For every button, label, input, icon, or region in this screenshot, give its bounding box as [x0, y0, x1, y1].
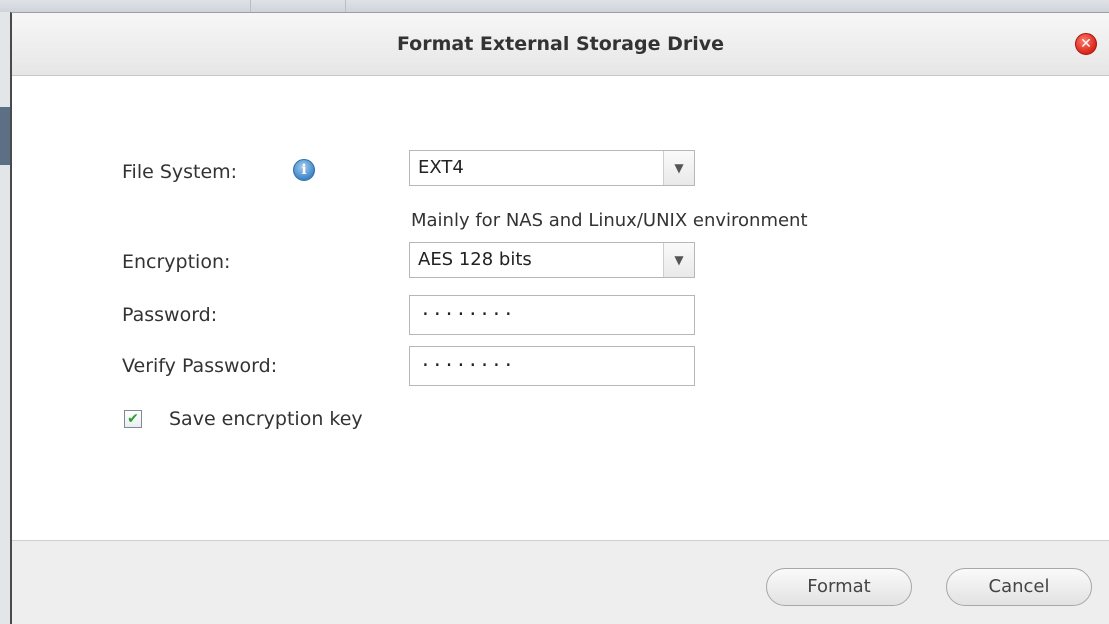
background-toolbar — [0, 0, 1109, 12]
save-encryption-key-checkbox[interactable]: ✔ — [124, 410, 142, 428]
cancel-button[interactable]: Cancel — [946, 568, 1092, 606]
file-system-hint: Mainly for NAS and Linux/UNIX environmen… — [411, 210, 808, 231]
dialog-title: Format External Storage Drive — [396, 33, 725, 55]
chevron-down-icon[interactable]: ▼ — [663, 243, 694, 277]
verify-password-value: ········ — [420, 355, 515, 376]
background-sidebar — [0, 12, 10, 624]
background-divider — [345, 0, 346, 12]
file-system-select[interactable]: EXT4 ▼ — [409, 150, 695, 186]
close-icon[interactable]: ✕ — [1075, 33, 1097, 55]
verify-password-field[interactable]: ········ — [409, 346, 695, 386]
verify-password-label: Verify Password: — [122, 355, 278, 377]
dialog-footer: Format Cancel — [12, 540, 1109, 624]
background-sidebar-mark — [0, 107, 10, 165]
encryption-selected-value: AES 128 bits — [418, 249, 532, 270]
password-field[interactable]: ········ — [409, 295, 695, 335]
password-value: ········ — [420, 304, 515, 325]
dialog-body: File System: i EXT4 ▼ Mainly for NAS and… — [12, 76, 1109, 540]
file-system-selected-value: EXT4 — [418, 157, 464, 178]
encryption-select[interactable]: AES 128 bits ▼ — [409, 242, 695, 278]
format-dialog: Format External Storage Drive ✕ File Sys… — [10, 12, 1109, 624]
format-button[interactable]: Format — [766, 568, 912, 606]
file-system-label: File System: — [122, 161, 238, 183]
chevron-down-icon[interactable]: ▼ — [663, 151, 694, 185]
save-encryption-key-label[interactable]: Save encryption key — [169, 408, 363, 430]
encryption-label: Encryption: — [122, 251, 231, 273]
info-icon[interactable]: i — [293, 159, 315, 181]
dialog-titlebar: Format External Storage Drive ✕ — [12, 13, 1109, 76]
background-divider — [250, 0, 251, 12]
password-label: Password: — [122, 304, 218, 326]
